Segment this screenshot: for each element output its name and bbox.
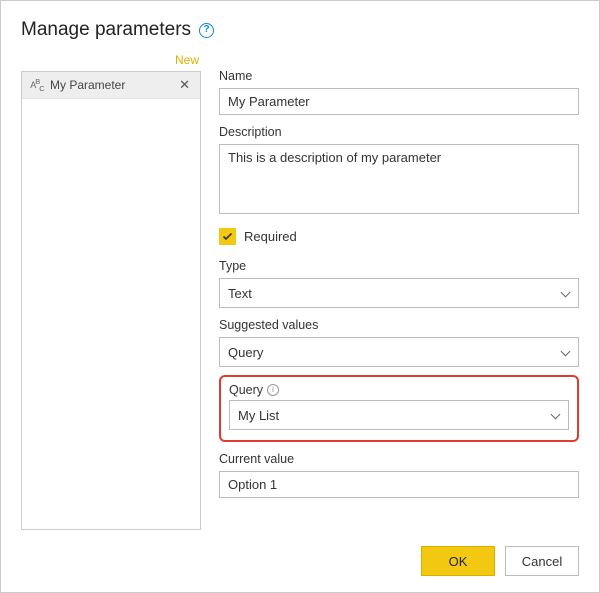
parameter-list: ABC My Parameter ✕	[21, 71, 201, 530]
dialog-body: New ABC My Parameter ✕ Name Description	[21, 51, 579, 530]
chevron-down-icon	[560, 347, 570, 357]
required-label: Required	[244, 229, 297, 244]
query-value: My List	[238, 408, 279, 423]
ok-button[interactable]: OK	[421, 546, 495, 576]
parameter-sidebar: New ABC My Parameter ✕	[21, 51, 201, 530]
description-label: Description	[219, 125, 579, 139]
query-select[interactable]: My List	[229, 400, 569, 430]
new-parameter-link[interactable]: New	[21, 51, 201, 71]
text-type-icon: ABC	[30, 77, 44, 93]
description-input[interactable]	[219, 144, 579, 214]
type-select[interactable]: Text	[219, 278, 579, 308]
check-icon	[222, 231, 233, 242]
chevron-down-icon	[550, 410, 560, 420]
dialog-title: Manage parameters	[21, 19, 191, 41]
parameter-item-label: My Parameter	[50, 78, 171, 92]
delete-parameter-icon[interactable]: ✕	[177, 78, 192, 91]
query-label: Query i	[229, 383, 569, 397]
parameter-form: Name Description Required Type Text Sugg…	[219, 51, 579, 530]
cancel-button[interactable]: Cancel	[505, 546, 579, 576]
manage-parameters-dialog: Manage parameters ? New ABC My Parameter…	[0, 0, 600, 593]
suggested-values-select[interactable]: Query	[219, 337, 579, 367]
info-icon[interactable]: i	[267, 384, 279, 396]
dialog-footer: OK Cancel	[21, 530, 579, 576]
parameter-list-item[interactable]: ABC My Parameter ✕	[22, 72, 200, 99]
name-label: Name	[219, 69, 579, 83]
help-icon[interactable]: ?	[199, 23, 214, 38]
chevron-down-icon	[560, 288, 570, 298]
type-label: Type	[219, 259, 579, 273]
required-checkbox[interactable]	[219, 228, 236, 245]
required-row: Required	[219, 228, 579, 245]
suggested-values-value: Query	[228, 345, 263, 360]
name-input[interactable]	[219, 88, 579, 115]
query-section-highlight: Query i My List	[219, 375, 579, 442]
type-value: Text	[228, 286, 252, 301]
suggested-values-label: Suggested values	[219, 318, 579, 332]
current-value-input[interactable]	[219, 471, 579, 498]
dialog-header: Manage parameters ?	[21, 19, 579, 41]
current-value-label: Current value	[219, 452, 579, 466]
